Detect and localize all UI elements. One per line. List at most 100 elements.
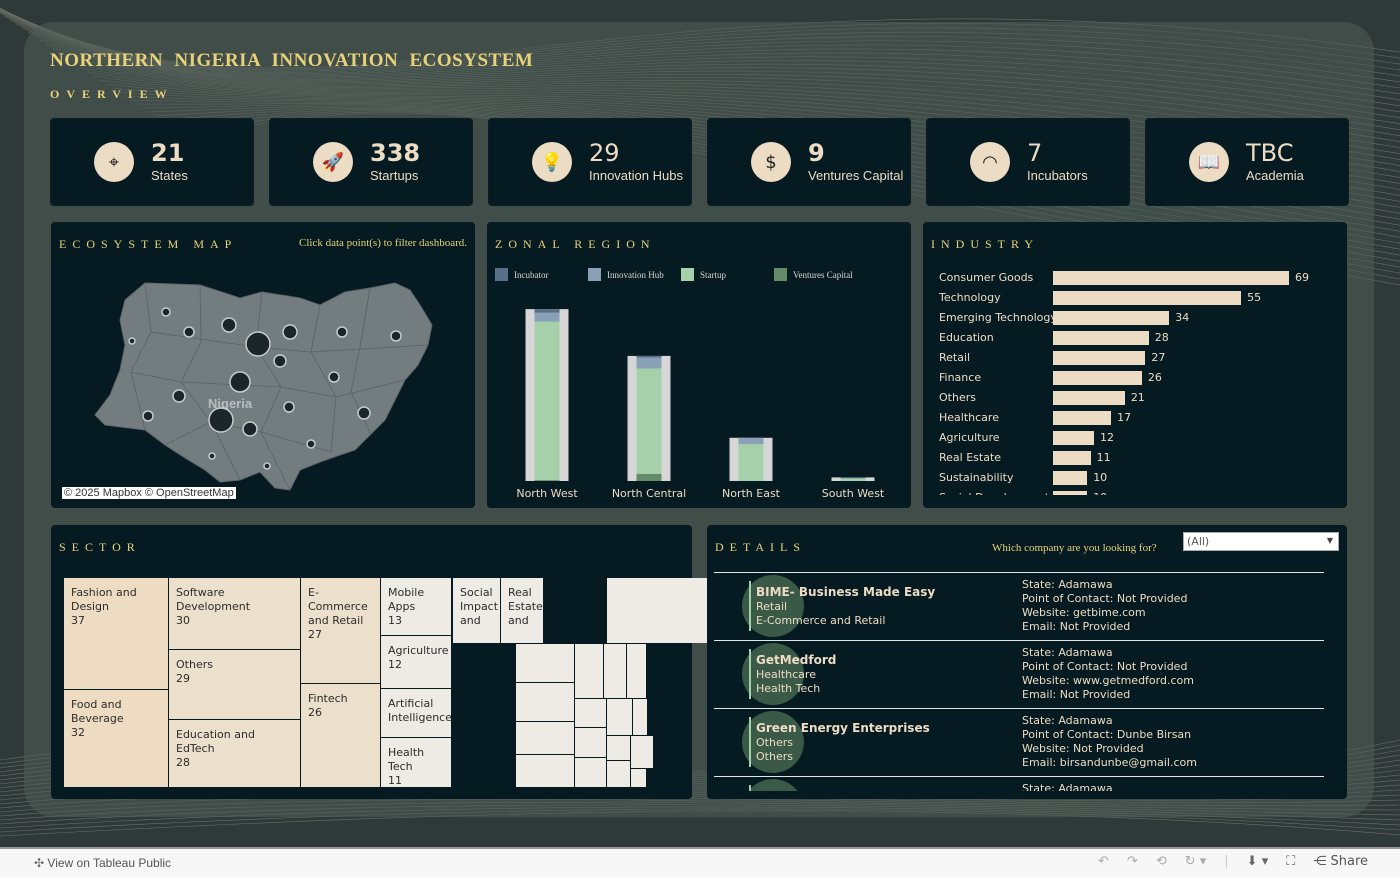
treemap-cell[interactable]: Fashion and Design 37	[64, 578, 168, 689]
sector-treemap[interactable]: Fashion and Design 37 Food and Beverage 32 S…	[63, 577, 746, 787]
treemap-cell[interactable]: Health Tech 11	[381, 738, 451, 787]
treemap-cell-small[interactable]	[516, 722, 574, 754]
nigeria-map[interactable]: Nigeria	[51, 222, 475, 508]
treemap-cell[interactable]: Mobile Apps 13	[381, 578, 451, 635]
treemap-cell-small[interactable]	[607, 699, 632, 735]
map-attribution[interactable]: © 2025 Mapbox © OpenStreetMap	[62, 487, 236, 499]
treemap-cell-small[interactable]	[607, 736, 630, 760]
treemap-cell-small[interactable]	[575, 758, 606, 787]
map-data-point[interactable]	[161, 307, 171, 317]
bar-segment-startup[interactable]	[840, 478, 866, 481]
industry-bar-row[interactable]: Finance 26	[923, 368, 1343, 388]
map-data-point[interactable]	[208, 452, 216, 460]
industry-bar[interactable]	[1053, 291, 1242, 305]
industry-bar-row[interactable]: Agriculture 12	[923, 428, 1343, 448]
industry-bar[interactable]	[1053, 311, 1170, 325]
industry-bar[interactable]	[1053, 271, 1289, 285]
company-row[interactable]: GetMedford Healthcare Health Tech State: Ad…	[714, 640, 1324, 708]
map-data-point[interactable]	[172, 389, 186, 403]
bar-segment-ventures-capital[interactable]	[636, 473, 662, 481]
industry-bar-row[interactable]: Sustainability 10	[923, 468, 1343, 488]
bar-segment-ventures-capital[interactable]	[534, 480, 560, 481]
map-data-point[interactable]	[229, 371, 251, 393]
bar-segment-startup[interactable]	[534, 321, 560, 481]
bar-segment-innovation-hub[interactable]	[534, 312, 560, 322]
details-list[interactable]: BIME- Business Made Easy Retail E-Commerce…	[707, 572, 1347, 791]
treemap-cell-small[interactable]	[631, 769, 646, 787]
download-icon[interactable]: ⬇ ▾	[1247, 854, 1269, 869]
undo-icon[interactable]: ↶	[1098, 854, 1109, 869]
treemap-cell-small[interactable]	[575, 699, 606, 727]
map-data-point[interactable]	[328, 371, 340, 383]
bar-segment-incubator[interactable]	[840, 477, 866, 479]
industry-bar[interactable]	[1053, 451, 1091, 465]
treemap-cell-small[interactable]	[633, 699, 647, 735]
map-data-point[interactable]	[242, 421, 258, 437]
map-data-point[interactable]	[263, 462, 271, 470]
treemap-cell[interactable]: Agriculture 12	[381, 636, 451, 688]
treemap-cell[interactable]: Artificial Intelligence	[381, 689, 451, 737]
industry-bar[interactable]	[1053, 471, 1088, 485]
map-data-point[interactable]	[390, 330, 402, 342]
bar-segment-startup[interactable]	[738, 444, 764, 481]
map-data-point[interactable]	[128, 337, 136, 345]
map-data-point[interactable]	[208, 407, 234, 433]
treemap-cell[interactable]: Fintech 26	[301, 684, 380, 787]
kpi-card-states[interactable]: ⌖ 21 States	[50, 118, 254, 206]
bar-segment-startup[interactable]	[636, 368, 662, 474]
redo-icon[interactable]: ↷	[1127, 854, 1138, 869]
industry-bar-chart[interactable]: Consumer Goods 69 Technology 55 Emerging Tec…	[923, 268, 1347, 495]
kpi-card-innovation-hubs[interactable]: 💡 29 Innovation Hubs	[488, 118, 692, 206]
industry-bar-row[interactable]: Others 21	[923, 388, 1343, 408]
kpi-card-incubators[interactable]: ◠ 7 Incubators	[926, 118, 1130, 206]
company-row[interactable]: State: Adamawa	[714, 776, 1324, 791]
treemap-cell-small[interactable]	[516, 755, 574, 787]
view-on-tableau-link[interactable]: ✣ View on Tableau Public	[34, 856, 171, 870]
industry-bar-row[interactable]: Retail 27	[923, 348, 1343, 368]
fullscreen-icon[interactable]: ⛶	[1286, 854, 1295, 869]
map-data-point[interactable]	[142, 410, 154, 422]
industry-bar-row[interactable]: Social Development 10	[923, 488, 1343, 495]
industry-bar-row[interactable]: Emerging Technology 34	[923, 308, 1343, 328]
treemap-cell-small[interactable]	[575, 728, 606, 757]
bar-segment-innovation-hub[interactable]	[738, 437, 764, 445]
treemap-cell-small[interactable]	[627, 644, 646, 698]
map-data-point[interactable]	[273, 354, 287, 368]
treemap-cell[interactable]: Software Development 30	[169, 578, 300, 649]
treemap-cell-small[interactable]	[516, 683, 574, 721]
company-row[interactable]: BIME- Business Made Easy Retail E-Commerce…	[714, 572, 1324, 640]
bar-segment-innovation-hub[interactable]	[636, 357, 662, 369]
industry-bar[interactable]	[1053, 371, 1142, 385]
industry-bar[interactable]	[1053, 391, 1125, 405]
industry-bar-row[interactable]: Healthcare 17	[923, 408, 1343, 428]
treemap-cell-small[interactable]	[607, 761, 630, 787]
industry-bar[interactable]	[1053, 331, 1149, 345]
company-filter-dropdown[interactable]: (All) ▼	[1183, 532, 1339, 551]
industry-bar-row[interactable]: Consumer Goods 69	[923, 268, 1343, 288]
treemap-cell[interactable]: E-Commerce and Retail 27	[301, 578, 380, 683]
treemap-cell[interactable]: Real Estate and	[501, 578, 543, 643]
treemap-cell[interactable]: Others 29	[169, 650, 300, 719]
industry-bar[interactable]	[1053, 431, 1095, 445]
refresh-icon[interactable]: ↻ ▾	[1185, 854, 1207, 869]
kpi-card-ventures-capital[interactable]: $9 Ventures Capital	[707, 118, 911, 206]
kpi-card-startups[interactable]: 🚀 338 Startups	[269, 118, 473, 206]
map-data-point[interactable]	[283, 401, 295, 413]
treemap-cell[interactable]: Food and Beverage 32	[64, 690, 168, 787]
map-data-point[interactable]	[183, 326, 195, 338]
industry-bar-row[interactable]: Technology 55	[923, 288, 1343, 308]
industry-bar-row[interactable]: Real Estate 11	[923, 448, 1343, 468]
revert-icon[interactable]: ⟲	[1156, 854, 1167, 869]
map-data-point[interactable]	[306, 439, 316, 449]
zonal-stacked-bar-chart[interactable]: North West North Central North East South W…	[487, 222, 911, 508]
bar-segment-incubator[interactable]	[636, 355, 662, 358]
company-row[interactable]: Green Energy Enterprises Others Others Stat…	[714, 708, 1324, 776]
map-data-point[interactable]	[221, 317, 237, 333]
kpi-card-academia[interactable]: 📖 TBC Academia	[1145, 118, 1349, 206]
treemap-cell[interactable]: Social Impact and	[453, 578, 500, 643]
map-data-point[interactable]	[336, 326, 348, 338]
share-button[interactable]: ⋲ Share	[1313, 854, 1368, 869]
industry-bar[interactable]	[1053, 411, 1112, 425]
treemap-cell-small[interactable]	[516, 644, 574, 682]
bar-segment-incubator[interactable]	[534, 309, 560, 313]
